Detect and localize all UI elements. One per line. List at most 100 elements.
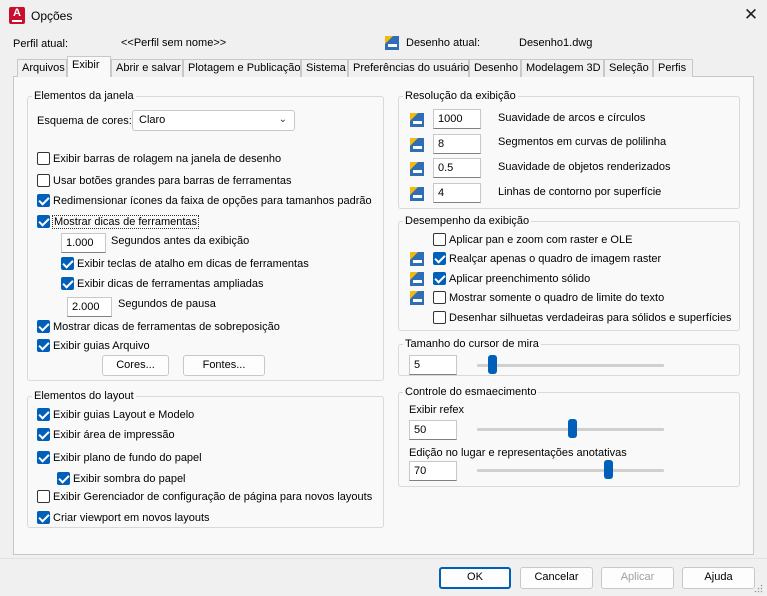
polyline-segments-label: Segmentos em curvas de polilinha: [498, 136, 667, 148]
colors-button[interactable]: Cores...: [102, 355, 169, 376]
drawing-setting-icon: [410, 187, 424, 201]
large-buttons-checkbox[interactable]: [37, 174, 50, 187]
inplace-edit-fade-input[interactable]: 70: [409, 461, 457, 481]
drawing-label: Desenho atual:: [406, 37, 480, 49]
tab-preferencias-do-usuario[interactable]: Preferências do usuário: [348, 59, 469, 77]
crosshair-size-slider-thumb[interactable]: [488, 355, 497, 374]
title-bar: [0, 0, 767, 32]
layout-model-tabs-label: Exibir guias Layout e Modelo: [53, 409, 195, 421]
tooltip-delay-input[interactable]: 1.000: [61, 233, 106, 253]
tab-abrir-e-salvar[interactable]: Abrir e salvar: [111, 59, 183, 77]
tab-desenho[interactable]: Desenho: [469, 59, 521, 77]
crosshair-size-slider-track[interactable]: [477, 364, 664, 367]
tab-exibir[interactable]: Exibir: [67, 56, 111, 77]
color-scheme-select[interactable]: Claro ⌄: [132, 110, 295, 131]
rendered-smoothness-input[interactable]: 0.5: [433, 158, 481, 178]
drawing-setting-icon: [410, 138, 424, 152]
close-icon[interactable]: ✕: [741, 6, 761, 26]
tab-arquivos[interactable]: Arquivos: [17, 59, 67, 77]
profile-value: <<Perfil sem nome>>: [121, 37, 227, 49]
file-tabs-checkbox[interactable]: [37, 339, 50, 352]
drawing-setting-icon: [410, 252, 424, 266]
polyline-segments-input[interactable]: 8: [433, 134, 481, 154]
chevron-down-icon: ⌄: [278, 114, 287, 125]
shortcut-keys-checkbox[interactable]: [61, 257, 74, 270]
arc-smoothness-label: Suavidade de arcos e círculos: [498, 112, 646, 124]
resize-ribbon-icons-label: Redimensionar ícones da faixa de opções …: [53, 195, 372, 207]
apply-button[interactable]: Aplicar: [601, 567, 674, 589]
drawing-file-icon: [385, 36, 399, 50]
create-viewport-label: Criar viewport em novos layouts: [53, 512, 210, 524]
file-tabs-label: Exibir guias Arquivo: [53, 340, 150, 352]
cancel-button[interactable]: Cancelar: [520, 567, 593, 589]
arc-smoothness-input[interactable]: 1000: [433, 109, 481, 129]
fade-control-title: Controle do esmaecimento: [403, 386, 539, 398]
text-boundary-label: Mostrar somente o quadro de limite do te…: [449, 292, 665, 304]
show-tooltips-label: Mostrar dicas de ferramentas: [51, 215, 200, 229]
solid-fill-checkbox[interactable]: [433, 272, 446, 285]
footer-divider: [0, 558, 767, 559]
tab-sistema[interactable]: Sistema: [301, 59, 348, 77]
drawing-setting-icon: [410, 272, 424, 286]
tab-selecao[interactable]: Seleção: [604, 59, 653, 77]
resize-grip-icon[interactable]: [754, 584, 763, 593]
contour-lines-input[interactable]: 4: [433, 183, 481, 203]
text-boundary-checkbox[interactable]: [433, 291, 446, 304]
window-title: Opções: [31, 9, 73, 23]
display-resolution-title: Resolução da exibição: [403, 90, 518, 102]
color-scheme-value: Claro: [139, 114, 166, 126]
pause-seconds-input[interactable]: 2.000: [67, 297, 112, 317]
display-performance-title: Desempenho da exibição: [403, 215, 532, 227]
rendered-smoothness-label: Suavidade de objetos renderizados: [498, 161, 671, 173]
pause-seconds-label: Segundos de pausa: [118, 298, 216, 310]
highlight-raster-frame-checkbox[interactable]: [433, 252, 446, 265]
paper-background-label: Exibir plano de fundo do papel: [53, 452, 202, 464]
drawing-setting-icon: [410, 291, 424, 305]
inplace-edit-fade-slider-thumb[interactable]: [604, 460, 613, 479]
shortcut-keys-label: Exibir teclas de atalho em dicas de ferr…: [77, 258, 309, 270]
color-scheme-label: Esquema de cores:: [37, 115, 132, 127]
contour-lines-label: Linhas de contorno por superfície: [498, 186, 662, 198]
scrollbars-label: Exibir barras de rolagem na janela de de…: [53, 153, 282, 165]
tab-perfis[interactable]: Perfis: [653, 59, 693, 77]
xref-fade-input[interactable]: 50: [409, 420, 457, 440]
page-setup-manager-checkbox[interactable]: [37, 490, 50, 503]
highlight-raster-frame-label: Realçar apenas o quadro de imagem raster: [449, 253, 662, 265]
profile-label: Perfil atual:: [13, 38, 69, 50]
show-tooltips-checkbox[interactable]: [37, 215, 50, 228]
layout-model-tabs-checkbox[interactable]: [37, 408, 50, 421]
crosshair-size-title: Tamanho do cursor de mira: [403, 338, 541, 350]
autocad-app-icon: A: [9, 7, 25, 24]
help-button[interactable]: Ajuda: [682, 567, 755, 589]
extended-tooltips-checkbox[interactable]: [61, 277, 74, 290]
large-buttons-label: Usar botões grandes para barras de ferra…: [53, 175, 292, 187]
paper-background-checkbox[interactable]: [37, 451, 50, 464]
tab-plotagem-e-publicacao[interactable]: Plotagem e Publicação: [183, 59, 301, 77]
true-silhouettes-checkbox[interactable]: [433, 311, 446, 324]
solid-fill-label: Aplicar preenchimento sólido: [449, 273, 591, 285]
printable-area-checkbox[interactable]: [37, 428, 50, 441]
tooltip-delay-label: Segundos antes da exibição: [111, 235, 250, 247]
rollover-tooltips-checkbox[interactable]: [37, 320, 50, 333]
xref-fade-slider-thumb[interactable]: [568, 419, 577, 438]
inplace-edit-fade-slider-track[interactable]: [477, 469, 664, 472]
drawing-value: Desenho1.dwg: [519, 37, 593, 49]
extended-tooltips-label: Exibir dicas de ferramentas ampliadas: [77, 278, 264, 290]
layout-elements-title: Elementos do layout: [32, 390, 136, 402]
page-setup-manager-label: Exibir Gerenciador de configuração de pá…: [53, 491, 373, 503]
window-elements-title: Elementos da janela: [32, 90, 136, 102]
scrollbars-checkbox[interactable]: [37, 152, 50, 165]
create-viewport-checkbox[interactable]: [37, 511, 50, 524]
ok-button[interactable]: OK: [439, 567, 511, 589]
crosshair-size-input[interactable]: 5: [409, 355, 457, 375]
paper-shadow-label: Exibir sombra do papel: [73, 473, 186, 485]
paper-shadow-checkbox[interactable]: [57, 472, 70, 485]
pan-zoom-raster-checkbox[interactable]: [433, 233, 446, 246]
pan-zoom-raster-label: Aplicar pan e zoom com raster e OLE: [449, 234, 633, 246]
fonts-button[interactable]: Fontes...: [183, 355, 265, 376]
printable-area-label: Exibir área de impressão: [53, 429, 175, 441]
true-silhouettes-label: Desenhar silhuetas verdadeiras para sóli…: [449, 312, 732, 324]
resize-ribbon-icons-checkbox[interactable]: [37, 194, 50, 207]
tab-modelagem-3d[interactable]: Modelagem 3D: [521, 59, 604, 77]
inplace-edit-fade-label: Edição no lugar e representações anotati…: [409, 447, 627, 459]
